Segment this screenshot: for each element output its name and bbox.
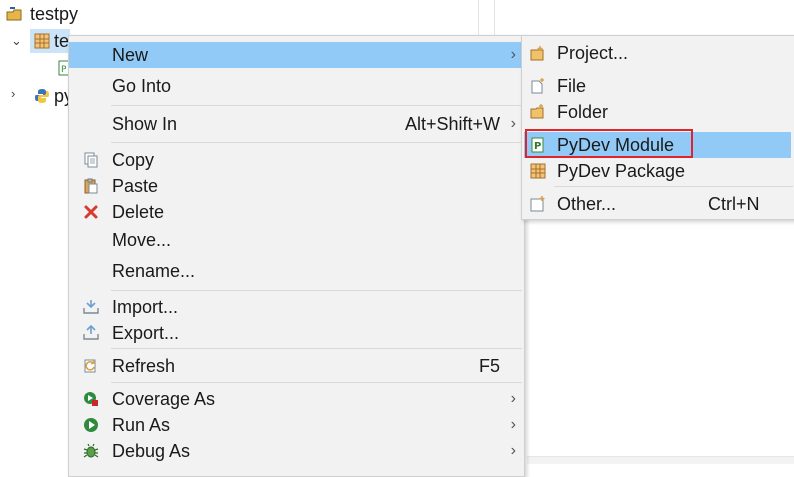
menu-item-run-as[interactable]: Run As › bbox=[69, 412, 524, 438]
menu-separator bbox=[111, 382, 522, 383]
export-icon bbox=[83, 325, 99, 341]
menu-item-debug-as[interactable]: Debug As › bbox=[69, 438, 524, 464]
menu-separator bbox=[554, 186, 793, 187]
project-icon bbox=[6, 6, 24, 22]
shortcut-label: F5 bbox=[478, 356, 500, 376]
folder-icon bbox=[530, 104, 546, 120]
submenu-item-pydev-package[interactable]: PyDev Package bbox=[522, 158, 794, 184]
menu-item-delete[interactable]: Delete bbox=[69, 199, 524, 225]
other-icon bbox=[530, 196, 546, 212]
project-icon bbox=[530, 45, 546, 61]
menu-item-show-in[interactable]: Show In Alt+Shift+W › bbox=[69, 111, 524, 137]
copy-icon bbox=[83, 152, 99, 168]
submenu-arrow-icon: › bbox=[510, 416, 516, 433]
shortcut-label: Ctrl+N bbox=[708, 194, 760, 214]
submenu-arrow-icon: › bbox=[510, 115, 516, 132]
pydev-package-icon bbox=[530, 163, 546, 179]
menu-item-go-into[interactable]: Go Into bbox=[69, 73, 524, 99]
menu-item-import[interactable]: Import... bbox=[69, 294, 524, 320]
menu-item-label: Rename... bbox=[112, 261, 196, 281]
menu-item-export[interactable]: Export... bbox=[69, 320, 524, 346]
submenu-item-label: Folder bbox=[557, 102, 609, 122]
refresh-icon bbox=[83, 358, 99, 374]
svg-text:P: P bbox=[61, 65, 67, 75]
submenu-arrow-icon: › bbox=[510, 442, 516, 459]
delete-icon bbox=[83, 204, 99, 220]
menu-item-label: Run As bbox=[112, 415, 171, 435]
submenu-item-label: Other... bbox=[557, 194, 617, 214]
tree-label-testpy: testpy bbox=[30, 4, 79, 24]
menu-item-label: Import... bbox=[112, 297, 179, 317]
run-icon bbox=[83, 417, 99, 433]
menu-item-label: New bbox=[112, 45, 149, 65]
menu-item-label: Go Into bbox=[112, 76, 172, 96]
python-icon bbox=[34, 88, 50, 104]
new-submenu: Project... File Folder P PyDev Module Py… bbox=[521, 35, 794, 220]
shortcut-label: Alt+Shift+W bbox=[404, 114, 500, 134]
package-icon bbox=[34, 33, 50, 49]
submenu-arrow-icon: › bbox=[510, 46, 516, 63]
menu-item-label: Debug As bbox=[112, 441, 191, 461]
submenu-item-file[interactable]: File bbox=[522, 73, 794, 99]
menu-item-rename[interactable]: Rename... bbox=[69, 258, 524, 284]
menu-item-label: Move... bbox=[112, 230, 172, 250]
menu-separator bbox=[111, 348, 522, 349]
chevron-right-icon[interactable]: › bbox=[11, 86, 15, 101]
submenu-arrow-icon: › bbox=[510, 390, 516, 407]
file-icon bbox=[530, 78, 546, 94]
menu-item-label: Delete bbox=[112, 202, 165, 222]
menu-item-label: Copy bbox=[112, 150, 155, 170]
menu-item-label: Export... bbox=[112, 323, 180, 343]
highlight-callout-box bbox=[525, 129, 693, 158]
debug-icon bbox=[83, 443, 99, 459]
submenu-item-label: Project... bbox=[557, 43, 629, 63]
submenu-item-project[interactable]: Project... bbox=[522, 40, 794, 66]
menu-separator bbox=[111, 142, 522, 143]
menu-item-coverage-as[interactable]: Coverage As › bbox=[69, 386, 524, 412]
menu-item-label: Paste bbox=[112, 176, 159, 196]
menu-item-label: Coverage As bbox=[112, 389, 216, 409]
menu-item-refresh[interactable]: Refresh F5 bbox=[69, 353, 524, 379]
submenu-item-label: File bbox=[557, 76, 587, 96]
submenu-item-label: PyDev Package bbox=[557, 161, 686, 181]
chevron-down-icon[interactable]: ⌄ bbox=[11, 33, 22, 49]
paste-icon bbox=[83, 178, 99, 194]
tree-label-package: te bbox=[54, 31, 70, 51]
menu-separator bbox=[111, 290, 522, 291]
menu-item-move[interactable]: Move... bbox=[69, 227, 524, 253]
context-menu: New › Go Into Show In Alt+Shift+W › Copy… bbox=[68, 35, 525, 477]
menu-item-copy[interactable]: Copy bbox=[69, 147, 524, 173]
submenu-item-other[interactable]: Other... Ctrl+N bbox=[522, 191, 794, 217]
coverage-icon bbox=[83, 391, 99, 407]
menu-item-label: Refresh bbox=[112, 356, 176, 376]
menu-item-new[interactable]: New › bbox=[69, 42, 524, 68]
menu-item-label: Show In bbox=[112, 114, 178, 134]
import-icon bbox=[83, 299, 99, 315]
menu-separator bbox=[111, 105, 522, 106]
submenu-item-folder[interactable]: Folder bbox=[522, 99, 794, 125]
menu-item-paste[interactable]: Paste bbox=[69, 173, 524, 199]
view-divider-secondary bbox=[494, 0, 495, 40]
